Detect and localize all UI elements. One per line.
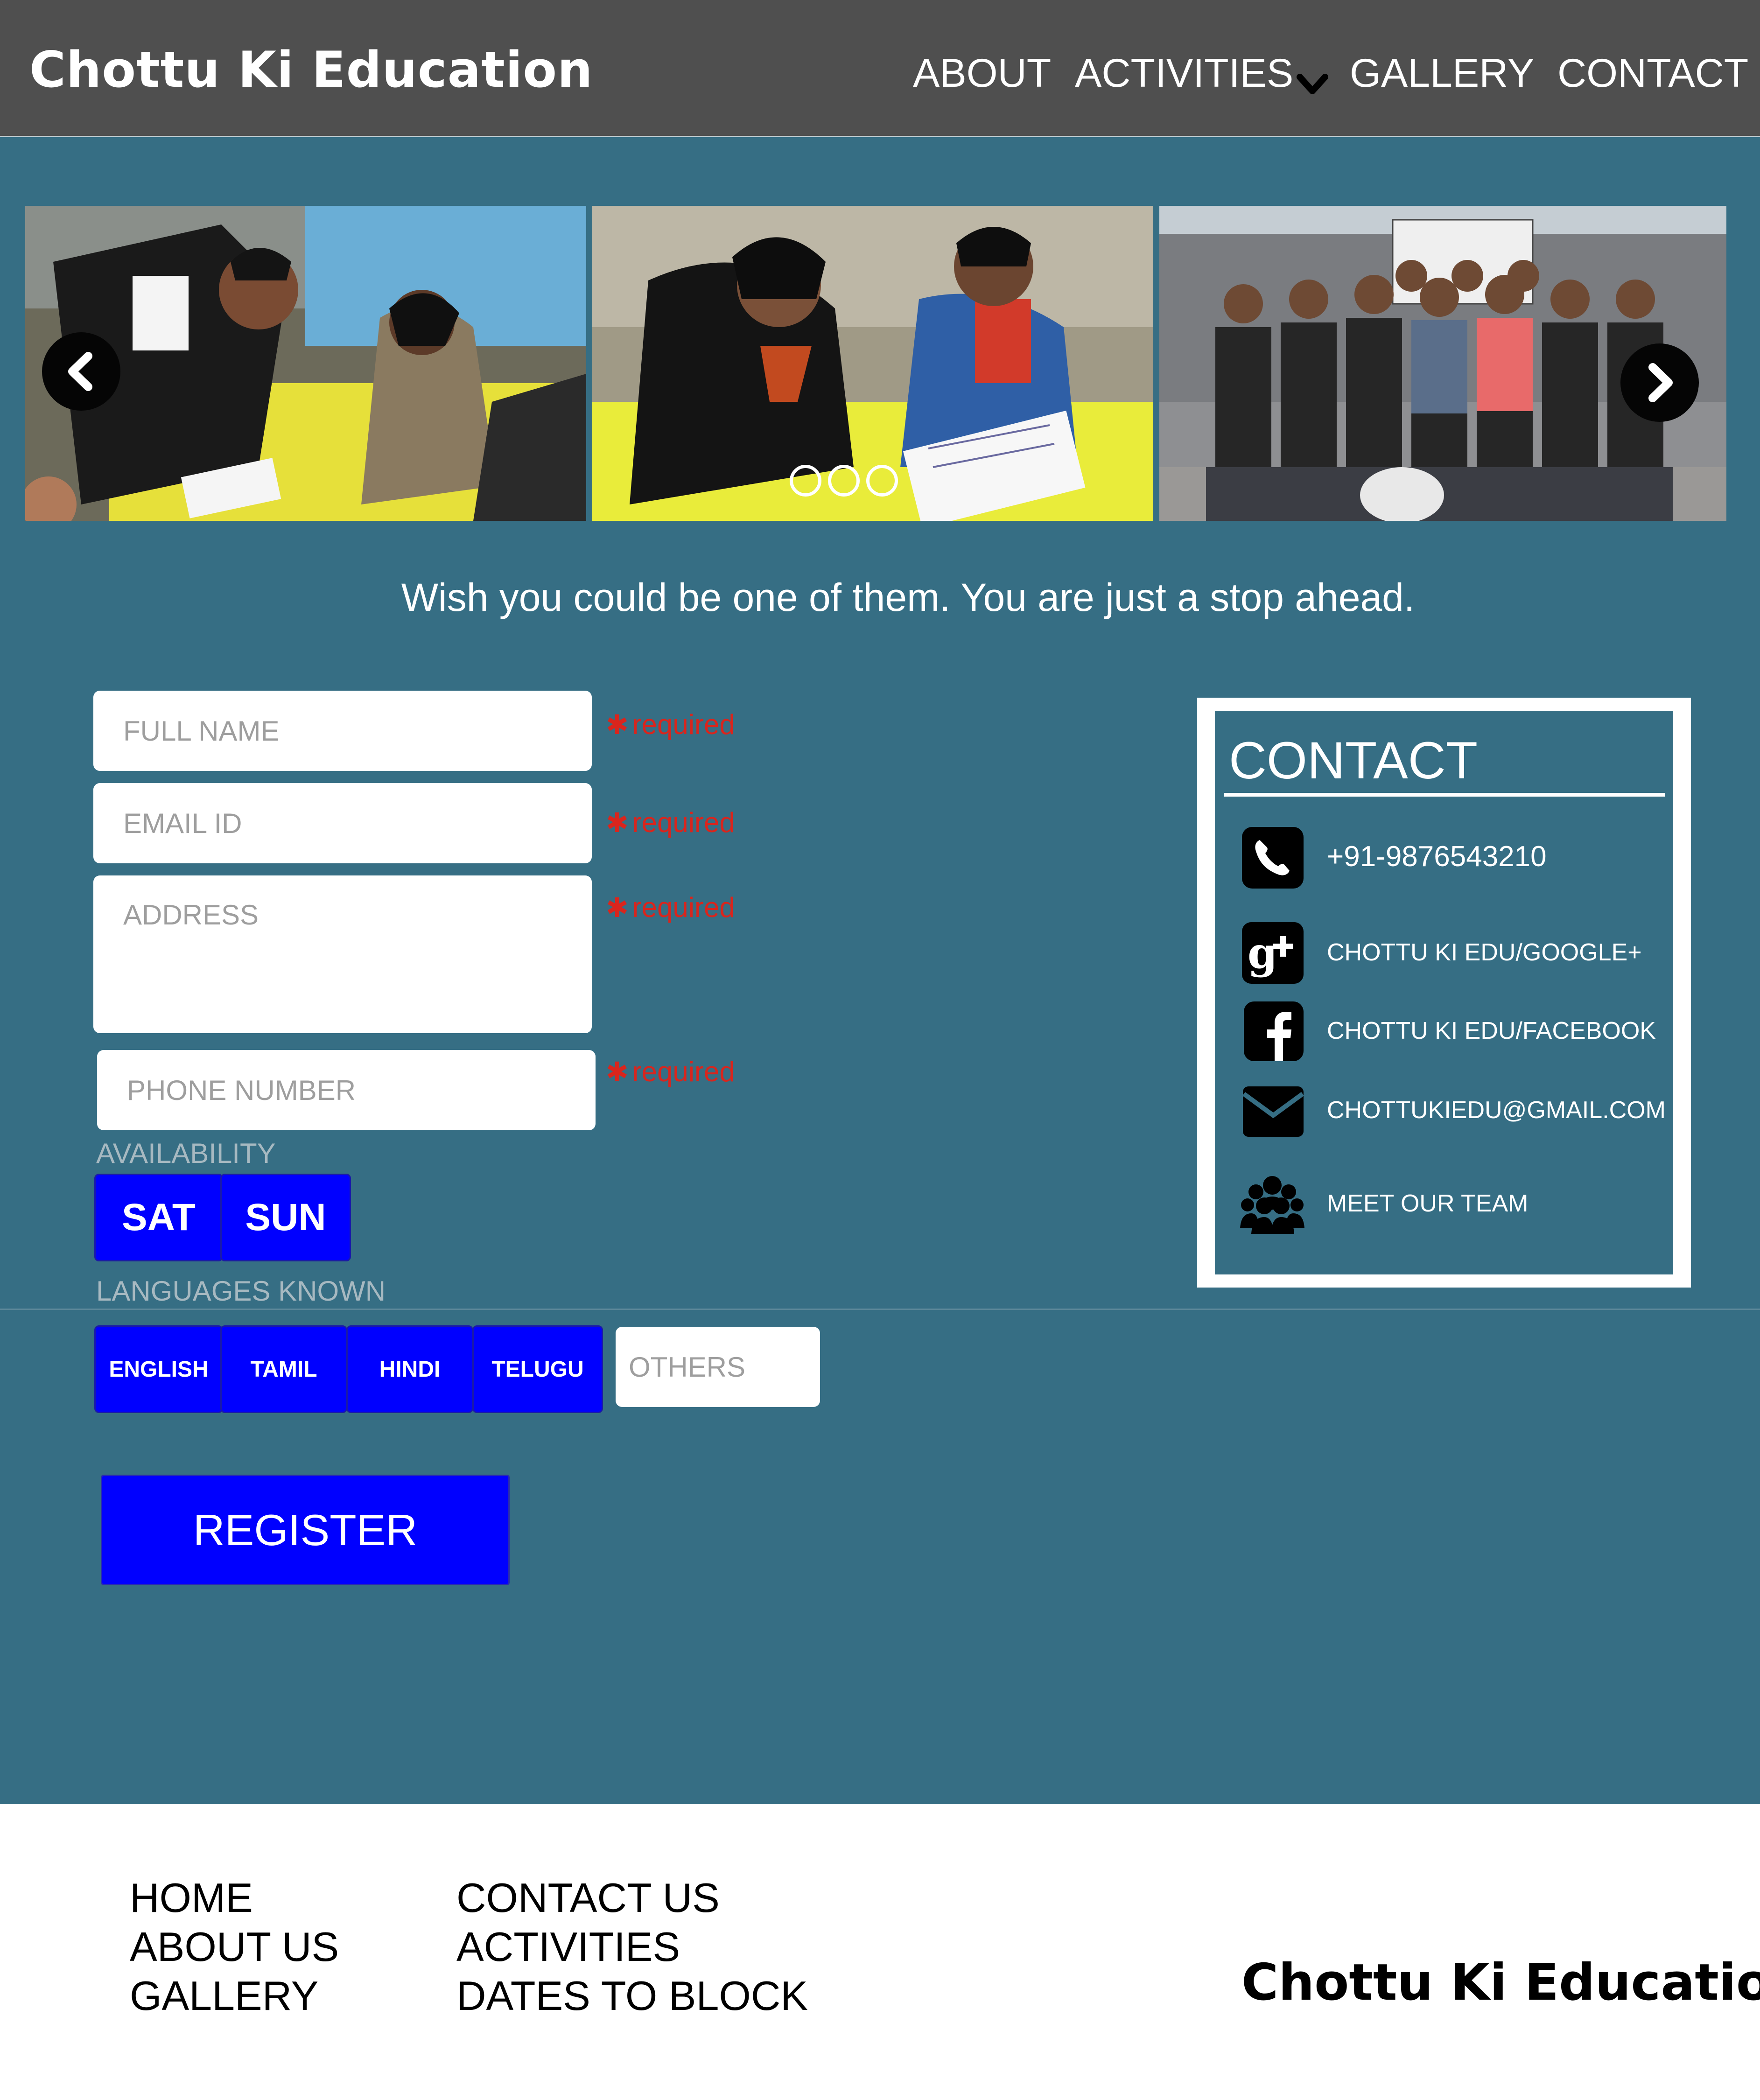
contact-google-plus[interactable]: g CHOTTU KI EDU/GOOGLE+ xyxy=(1237,915,1642,990)
other-language-input[interactable] xyxy=(616,1327,820,1407)
contact-title: CONTACT xyxy=(1229,731,1478,790)
carousel-dot-1[interactable] xyxy=(790,465,821,497)
footer-link-home[interactable]: HOME xyxy=(130,1873,339,1922)
carousel-prev-button[interactable] xyxy=(42,332,120,411)
footer-link-gallery[interactable]: GALLERY xyxy=(130,1971,339,2020)
languages-label: LANGUAGES KNOWN xyxy=(96,1275,386,1307)
contact-phone[interactable]: +91-9876543210 xyxy=(1237,819,1547,894)
site-logo[interactable]: Chottu Ki Education xyxy=(29,41,593,98)
footer-link-dates-to-block[interactable]: DATES TO BLOCK xyxy=(456,1971,808,2020)
nav-about[interactable]: ABOUT xyxy=(913,50,1051,102)
chevron-right-icon xyxy=(1648,363,1673,402)
carousel-dot-3[interactable] xyxy=(866,465,898,497)
required-label: required xyxy=(632,807,735,838)
language-tamil-toggle[interactable]: TAMIL xyxy=(220,1325,347,1413)
nav-gallery[interactable]: GALLERY xyxy=(1350,50,1534,102)
availability-sun-toggle[interactable]: SUN xyxy=(220,1174,351,1261)
phone-input[interactable] xyxy=(97,1050,596,1130)
phone-icon xyxy=(1242,827,1304,889)
contact-panel: CONTACT +91-9876543210 g CHOTTU KI EDU/G… xyxy=(1197,698,1691,1288)
section-divider xyxy=(0,1309,1760,1310)
contact-panel-inner: CONTACT +91-9876543210 g CHOTTU KI EDU/G… xyxy=(1215,711,1673,1274)
nav-contact[interactable]: CONTACT xyxy=(1557,50,1748,102)
meet-our-team-link[interactable]: MEET OUR TEAM xyxy=(1237,1166,1528,1241)
footer-link-activities[interactable]: ACTIVITIES xyxy=(456,1922,808,1971)
contact-email-text: CHOTTUKIEDU@GMAIL.COM xyxy=(1327,1097,1666,1124)
address-input[interactable] xyxy=(93,875,592,1033)
facebook-icon xyxy=(1244,1001,1304,1061)
svg-text:g: g xyxy=(1248,928,1277,978)
footer-link-contact-us[interactable]: CONTACT US xyxy=(456,1873,808,1922)
contact-google-plus-text: CHOTTU KI EDU/GOOGLE+ xyxy=(1327,939,1642,966)
contact-phone-text: +91-9876543210 xyxy=(1327,840,1547,873)
full-name-input[interactable] xyxy=(93,691,592,771)
required-label: required xyxy=(632,892,735,923)
team-icon xyxy=(1240,1176,1304,1234)
availability-label: AVAILABILITY xyxy=(96,1138,276,1169)
required-label: required xyxy=(632,709,735,740)
required-star-icon: ✱ xyxy=(606,1057,629,1087)
google-plus-icon: g xyxy=(1242,922,1304,984)
required-indicator-name: ✱ required xyxy=(606,708,735,741)
footer-link-about-us[interactable]: ABOUT US xyxy=(130,1922,339,1971)
contact-title-rule xyxy=(1224,793,1665,797)
required-star-icon: ✱ xyxy=(606,893,629,923)
required-indicator-email: ✱ required xyxy=(606,806,735,839)
chevron-left-icon xyxy=(68,352,92,391)
contact-facebook[interactable]: CHOTTU KI EDU/FACEBOOK xyxy=(1237,994,1656,1068)
site-footer: HOME ABOUT US GALLERY CONTACT US ACTIVIT… xyxy=(0,1804,1760,2100)
footer-links-column-1: HOME ABOUT US GALLERY xyxy=(130,1873,339,2020)
nav-activities-label: ACTIVITIES xyxy=(1075,51,1294,96)
carousel-next-button[interactable] xyxy=(1620,343,1699,422)
required-indicator-address: ✱ required xyxy=(606,891,735,924)
chevron-down-icon xyxy=(1296,62,1329,95)
footer-logo[interactable]: Chottu Ki Education xyxy=(1241,1953,1760,2012)
site-header: Chottu Ki Education ABOUT ACTIVITIES GAL… xyxy=(0,0,1760,137)
meet-our-team-text: MEET OUR TEAM xyxy=(1327,1190,1529,1217)
availability-sat-toggle[interactable]: SAT xyxy=(94,1174,223,1261)
envelope-icon xyxy=(1242,1086,1304,1137)
email-input[interactable] xyxy=(93,783,592,863)
required-indicator-phone: ✱ required xyxy=(606,1056,735,1088)
language-english-toggle[interactable]: ENGLISH xyxy=(94,1325,223,1413)
contact-facebook-text: CHOTTU KI EDU/FACEBOOK xyxy=(1327,1017,1656,1044)
image-carousel xyxy=(25,206,1726,521)
tagline: Wish you could be one of them. You are j… xyxy=(401,575,1415,619)
footer-links-column-2: CONTACT US ACTIVITIES DATES TO BLOCK xyxy=(456,1873,808,2020)
language-telugu-toggle[interactable]: TELUGU xyxy=(472,1325,603,1413)
register-button[interactable]: REGISTER xyxy=(101,1475,510,1585)
contact-email[interactable]: CHOTTUKIEDU@GMAIL.COM xyxy=(1237,1073,1666,1148)
language-hindi-toggle[interactable]: HINDI xyxy=(346,1325,473,1413)
carousel-indicators xyxy=(790,465,898,502)
nav-activities[interactable]: ACTIVITIES xyxy=(1075,50,1329,102)
required-star-icon: ✱ xyxy=(606,710,629,740)
required-label: required xyxy=(632,1056,735,1087)
required-star-icon: ✱ xyxy=(606,808,629,838)
carousel-dot-2[interactable] xyxy=(828,465,860,497)
